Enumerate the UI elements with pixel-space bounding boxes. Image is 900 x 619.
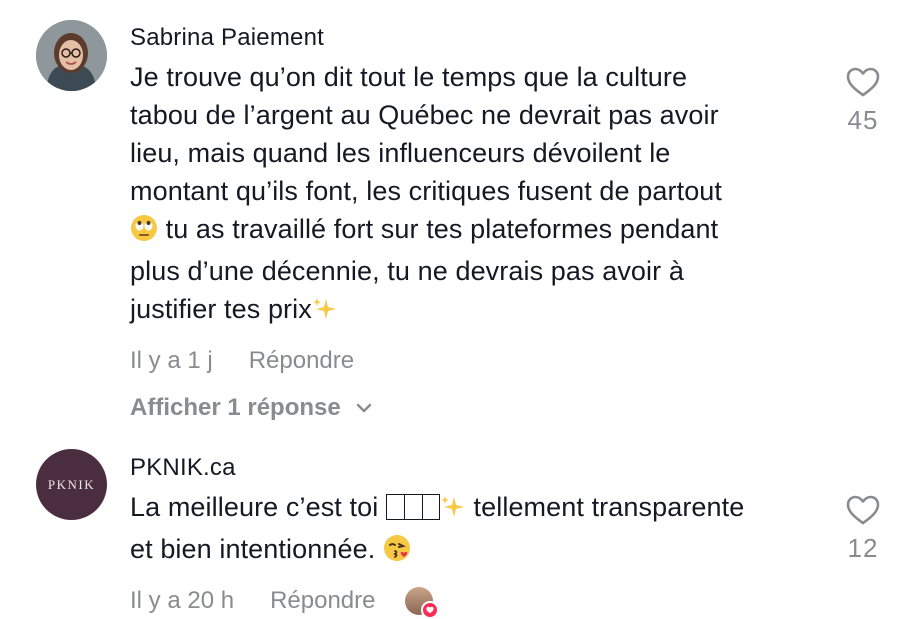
comment-text-line: Je trouve qu’on dit tout le temps que la…	[130, 62, 688, 92]
comment-text-line: tu as travaillé fort sur tes plateformes…	[130, 210, 820, 252]
avatar-logo-text: PKNIK	[47, 476, 96, 492]
kissing-face-emoji-icon	[383, 534, 411, 572]
eye-roll-emoji-icon	[130, 214, 158, 252]
comment-meta: Il y a 1 j Répondre	[130, 346, 820, 376]
user-avatar[interactable]	[36, 20, 107, 91]
missing-glyph-boxes	[385, 494, 440, 520]
heart-filled-icon	[421, 601, 440, 619]
sparkles-icon	[440, 492, 466, 530]
like-count: 12	[847, 533, 879, 563]
like-count: 45	[847, 105, 879, 135]
comment-text-span: tellement transparente	[465, 492, 745, 522]
user-avatar[interactable]: PKNIK	[36, 449, 107, 520]
comment-text-span: justifier tes prix	[130, 294, 312, 324]
comment-text-line: tabou de l’argent au Québec ne devrait p…	[130, 100, 719, 130]
heart-outline-icon	[845, 66, 881, 103]
reply-button[interactable]: Répondre	[270, 587, 375, 615]
heart-outline-icon	[845, 494, 881, 531]
comment-meta: Il y a 20 h Répondre	[130, 586, 820, 619]
comment-username[interactable]: Sabrina Paiement	[130, 24, 820, 52]
comment-text-span: et bien intentionnée.	[130, 534, 383, 564]
reply-button[interactable]: Répondre	[249, 347, 354, 375]
like-button[interactable]: 12	[840, 494, 886, 564]
creator-liked-avatar	[405, 587, 440, 619]
comment-text-line: et bien intentionnée.	[130, 530, 820, 572]
comment-text-line: montant qu’ils font, les critiques fusen…	[130, 176, 723, 206]
comment-text-line: plus d’une décennie, tu ne devrais pas a…	[130, 256, 684, 286]
comment-text: La meilleure c’est toi tellement transpa…	[130, 488, 820, 572]
comment-text-line: lieu, mais quand les influenceurs dévoil…	[130, 138, 671, 168]
comment-timestamp: Il y a 1 j	[130, 347, 213, 374]
chevron-down-icon	[355, 402, 373, 414]
like-button[interactable]: 45	[840, 66, 886, 136]
comment-timestamp: Il y a 20 h	[130, 587, 235, 614]
comment-text-line: justifier tes prix	[130, 290, 820, 332]
sparkles-icon	[312, 294, 338, 332]
comment-text-span: tu as travaillé fort sur tes plateformes…	[158, 214, 719, 244]
show-replies-label: Afficher 1 réponse	[130, 394, 341, 421]
comment-username[interactable]: PKNIK.ca	[130, 454, 820, 482]
profile-photo-icon	[36, 20, 107, 91]
comment-text: Je trouve qu’on dit tout le temps que la…	[130, 58, 820, 332]
show-replies-button[interactable]: Afficher 1 réponse	[130, 394, 820, 422]
comment-text-span: La meilleure c’est toi	[130, 492, 386, 522]
comment-text-line: La meilleure c’est toi tellement transpa…	[130, 488, 820, 530]
